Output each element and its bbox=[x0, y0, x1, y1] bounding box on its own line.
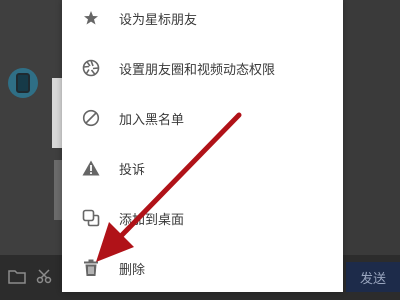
star-icon bbox=[81, 8, 101, 28]
phone-icon bbox=[16, 73, 30, 93]
menu-item-delete[interactable]: 删除 bbox=[62, 243, 343, 293]
menu-item-label: 加入黑名单 bbox=[119, 112, 185, 128]
menu-item-label: 设为星标朋友 bbox=[119, 12, 198, 28]
menu-item-moments-permissions[interactable]: 设置朋友圈和视频动态权限 bbox=[62, 43, 343, 93]
add-to-desktop-icon bbox=[81, 208, 101, 228]
menu-item-add-to-desktop[interactable]: 添加到桌面 bbox=[62, 193, 343, 243]
menu-item-report[interactable]: 投诉 bbox=[62, 143, 343, 193]
message-bubble bbox=[52, 78, 62, 148]
scissors-icon[interactable] bbox=[36, 268, 54, 284]
avatar bbox=[8, 68, 38, 98]
send-button[interactable]: 发送 bbox=[346, 262, 400, 292]
menu-item-label: 添加到桌面 bbox=[119, 212, 185, 228]
trash-icon bbox=[81, 258, 101, 278]
block-icon bbox=[81, 108, 101, 128]
menu-item-label: 删除 bbox=[119, 262, 146, 278]
folder-icon[interactable] bbox=[8, 268, 26, 284]
menu-item-blacklist[interactable]: 加入黑名单 bbox=[62, 93, 343, 143]
menu-item-label: 投诉 bbox=[119, 162, 146, 178]
contact-options-menu: 设为星标朋友 设置朋友圈和视频动态权限 加入黑名单 投诉 添加到桌面 删除 bbox=[62, 0, 343, 292]
aperture-icon bbox=[81, 58, 101, 78]
warning-icon bbox=[81, 158, 101, 178]
menu-item-label: 设置朋友圈和视频动态权限 bbox=[119, 62, 276, 78]
message-bubble bbox=[54, 160, 62, 220]
menu-item-star-friend[interactable]: 设为星标朋友 bbox=[62, 0, 343, 43]
